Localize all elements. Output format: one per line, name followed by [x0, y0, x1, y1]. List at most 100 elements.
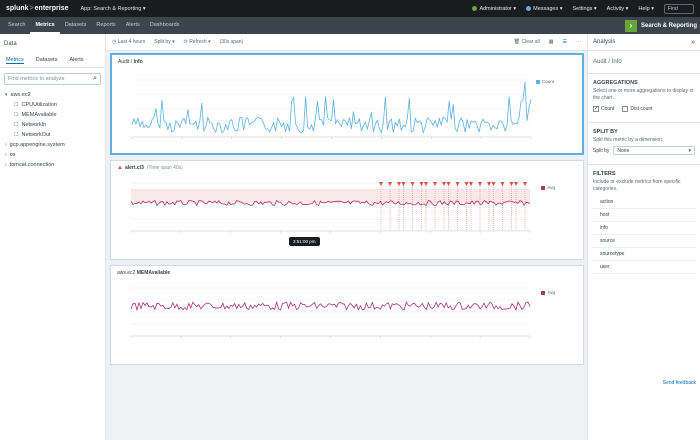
alert-marker-icon: [379, 182, 383, 186]
find-input[interactable]: Find: [664, 3, 694, 14]
clear-all-button[interactable]: 🗑 Clear all: [514, 39, 540, 45]
filter-item[interactable]: action: [592, 196, 696, 209]
analysis-title: Analysis: [593, 39, 616, 45]
chart-panel-alert[interactable]: ▲ alert.cl3 (Time span 40s) Avg 3:51:00 pm: [110, 160, 584, 260]
filter-item[interactable]: sourcetype: [592, 248, 696, 261]
sidebar-title: Data: [4, 41, 17, 47]
search-icon: ⌕: [93, 75, 97, 82]
alert-marker-icon: [487, 182, 491, 186]
split-by-label: Split by: [593, 147, 610, 154]
series-line: [130, 300, 531, 312]
sidebar-tab-datasets[interactable]: Datasets: [36, 57, 58, 64]
tree-item-label: CPUUtilization: [21, 102, 57, 108]
nav-tab-alerts[interactable]: Alerts: [121, 17, 145, 34]
alert-marker-icon: [446, 182, 451, 186]
selected-metric-title: Audit / Info: [588, 51, 700, 74]
divider: [588, 121, 700, 123]
sidebar-tab-metrics[interactable]: Metrics: [6, 57, 24, 64]
filter-list: action host info source sourcetype user: [588, 196, 700, 274]
tree-item[interactable]: › os: [0, 150, 105, 160]
chart-tooltip: 3:51:00 pm: [289, 237, 320, 246]
split-by-value: None: [617, 147, 630, 154]
app-title[interactable]: › Search & Reporting: [624, 19, 697, 32]
send-feedback-link[interactable]: Send feedback: [663, 380, 696, 386]
nav-tab-metrics[interactable]: Metrics: [30, 17, 60, 34]
aggregation-options: ✓ Count Dist count: [588, 102, 700, 116]
alert-marker-icon: [419, 182, 424, 186]
filters-description: Include or exclude metrics from specific…: [593, 179, 681, 192]
line-chart-mem: [130, 287, 531, 338]
refresh-button[interactable]: ⟳ Refresh ▾: [184, 39, 211, 45]
time-range-picker[interactable]: ◷ Last 4 hours: [112, 39, 145, 45]
sidebar-header: Data: [0, 34, 105, 54]
chevron-down-icon: ▾: [688, 147, 691, 154]
tree-item[interactable]: ☐ NetworkIn: [0, 120, 105, 130]
tree-item[interactable]: › gcp.appengine.system: [0, 140, 105, 150]
messages-count-icon: [526, 5, 532, 11]
metrics-search-input[interactable]: Find metrics to analyze ⌕: [4, 73, 101, 85]
nav-tab-dashboards[interactable]: Dashboards: [145, 17, 185, 34]
alert-marker-icon: [455, 182, 460, 186]
expand-chevron-icon: ▾: [5, 92, 8, 98]
alert-marker-icon: [478, 182, 482, 186]
messages-menu[interactable]: Messages ▾: [526, 5, 563, 12]
alert-marker-icon: [424, 182, 428, 186]
metric-icon: ☐: [14, 112, 19, 118]
filter-item[interactable]: info: [592, 222, 696, 235]
sidebar-tab-alerts[interactable]: Alerts: [69, 57, 83, 64]
nav-tab-reports[interactable]: Reports: [91, 17, 120, 34]
split-by-menu[interactable]: Split by ▾: [154, 39, 174, 45]
metrics-sidebar: Data Metrics Datasets Alerts Find metrics …: [0, 34, 106, 440]
alert-marker-icon: [491, 182, 496, 186]
splunk-logo[interactable]: splunk>enterprise: [6, 5, 69, 12]
nav-tab-datasets[interactable]: Datasets: [60, 17, 92, 34]
filter-item[interactable]: host: [592, 209, 696, 222]
grid-view-icon[interactable]: ▦: [549, 39, 554, 45]
alert-marker-icon: [442, 182, 446, 186]
tree-item-label: NetworkOut: [21, 132, 51, 138]
alert-marker-icon: [469, 182, 473, 186]
tree-item[interactable]: › tomcat.connection: [0, 160, 105, 170]
alert-marker-icon: [401, 182, 406, 186]
settings-menu[interactable]: Settings ▾: [573, 6, 597, 12]
aggregation-checkbox[interactable]: ✓ Count: [593, 105, 615, 112]
app-nav-bar: Search Metrics Datasets Reports Alerts Dashbo…: [0, 17, 700, 34]
tree-item[interactable]: ☐ MEMAvailable: [0, 110, 105, 120]
checkbox-icon: ✓: [593, 105, 599, 112]
collapse-panel-icon[interactable]: »: [691, 39, 695, 46]
help-menu[interactable]: Help ▾: [638, 6, 654, 12]
aggregation-label: Dist count: [630, 105, 653, 112]
more-options-button[interactable]: ···: [576, 39, 581, 45]
tree-item-label: MEMAvailable: [21, 112, 57, 118]
tree-item-label: os: [9, 152, 16, 158]
search-reporting-icon: ›: [624, 19, 637, 32]
expand-chevron-icon: ›: [5, 142, 7, 148]
metric-icon: ☐: [14, 102, 19, 108]
nav-tab-search[interactable]: Search: [3, 17, 30, 34]
line-chart-alert: [130, 182, 531, 233]
split-by-description: Split this metric by a dimension.: [593, 136, 664, 143]
series-line: [131, 81, 532, 135]
list-view-icon[interactable]: ☰: [563, 39, 567, 45]
aggregation-label: Count: [601, 105, 615, 112]
workspace-toolbar: ◷ Last 4 hours Split by ▾ ⟳ Refresh ▾ (3…: [106, 34, 587, 51]
chart-panel-mem[interactable]: aws.ec2 MEMAvailable Avg: [110, 265, 584, 365]
activity-menu[interactable]: Activity ▾: [607, 6, 629, 12]
user-status-icon: [472, 5, 478, 11]
tree-item-label: NetworkIn: [21, 122, 47, 128]
split-by-select[interactable]: None ▾: [613, 146, 695, 156]
filter-item[interactable]: user: [592, 261, 696, 274]
tree-item[interactable]: ☐ NetworkOut: [0, 130, 105, 140]
tree-item[interactable]: ▾ aws.ec2: [0, 90, 105, 100]
line-chart-audit: [131, 79, 532, 139]
chart-panel-audit[interactable]: Audit / Info Count: [110, 53, 584, 155]
top-bar: splunk>enterprise App: Search & Reportin…: [0, 0, 700, 17]
tree-item-label: tomcat.connection: [9, 162, 55, 168]
alert-marker-icon: [514, 182, 518, 186]
app-menu[interactable]: App: Search & Reporting ▾: [81, 6, 146, 12]
filter-item[interactable]: source: [592, 235, 696, 248]
user-menu[interactable]: Administrator ▾: [472, 5, 516, 12]
aggregation-checkbox[interactable]: Dist count: [622, 105, 653, 112]
alert-marker-icon: [464, 182, 469, 186]
tree-item[interactable]: ☐ CPUUtilization: [0, 100, 105, 110]
